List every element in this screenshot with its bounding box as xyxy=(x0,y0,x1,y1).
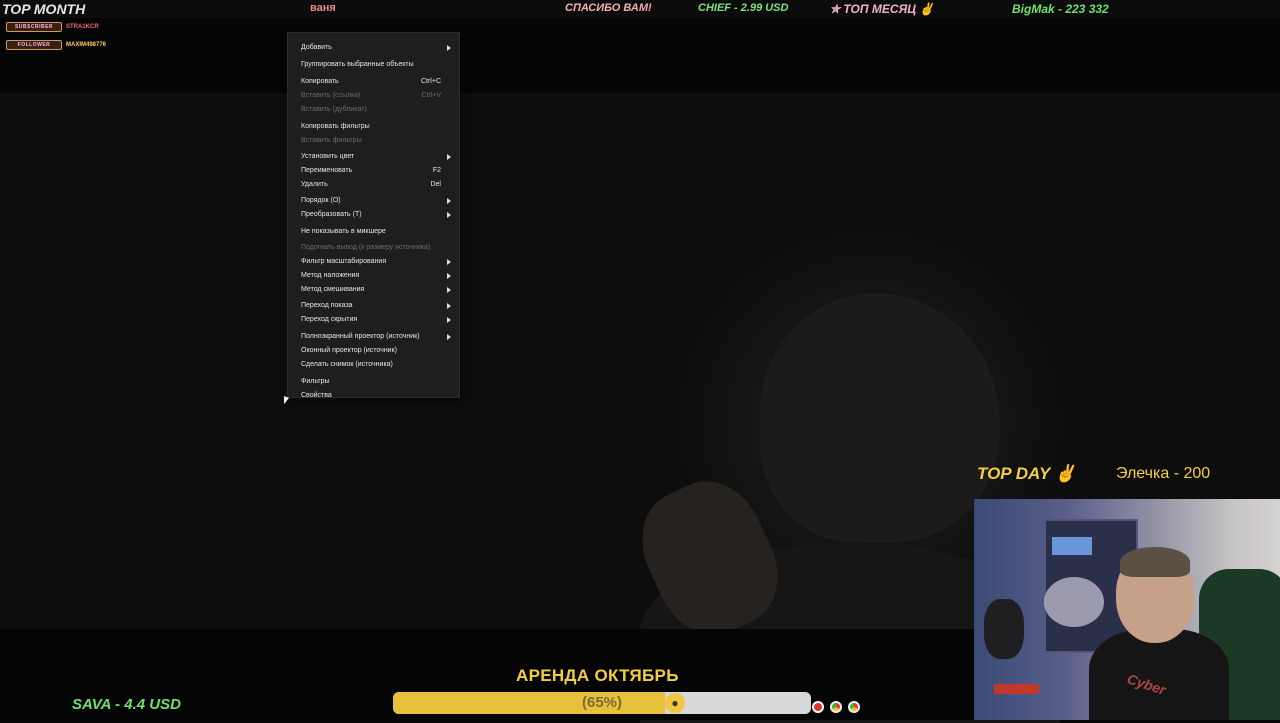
menu-item-label: Метод наложения xyxy=(301,272,360,279)
menu-item-shortcut: Ctrl+V xyxy=(421,92,441,99)
menu-item[interactable]: Удалить Del xyxy=(301,179,451,191)
menu-item-label: Переход скрытия xyxy=(301,316,358,323)
menu-item-label: Переход показа xyxy=(301,302,353,309)
microphone xyxy=(994,684,1039,694)
menu-item[interactable]: Переход показа xyxy=(301,300,451,312)
follower-name: MAXIM498776 xyxy=(66,42,107,48)
menu-item[interactable]: Метод наложения xyxy=(301,270,451,282)
top-month-label: TOP MONTH xyxy=(2,1,86,17)
subscriber-badge: SUBSCRIBER xyxy=(6,22,62,32)
submenu-arrow-icon xyxy=(447,303,451,309)
menu-item-shortcut: Del xyxy=(430,181,441,188)
goal-percent: (65%) xyxy=(581,694,622,711)
menu-item-label: Переименовать xyxy=(301,167,353,174)
menu-item: Вставить фильтры xyxy=(301,135,451,147)
menu-item[interactable]: Переход скрытия xyxy=(301,314,451,326)
menu-item-shortcut: Ctrl+C xyxy=(420,78,441,85)
submenu-arrow-icon xyxy=(447,198,451,204)
menu-item-label: Вставить фильтры xyxy=(301,137,362,144)
menu-item-label: Сделать снимок (источника) xyxy=(301,361,393,368)
menu-item[interactable]: Группировать выбранные объекты xyxy=(301,59,451,71)
menu-item-label: Подогнать вывод (к размеру источника) xyxy=(301,244,431,251)
taskbar-icons xyxy=(812,701,860,713)
top-day-title: TOP DAY ✌ xyxy=(977,464,1076,483)
streamer-hair xyxy=(1120,547,1190,577)
menu-item[interactable]: Преобразовать (T) xyxy=(301,209,451,221)
donation-ticker: TOP MONTH ваня СПАСИБО ВАМ! CHIEF - 2.99… xyxy=(0,0,1280,18)
menu-item[interactable]: Переименовать F2 xyxy=(301,165,451,177)
menu-item[interactable]: Установить цвет xyxy=(301,151,451,163)
menu-item-shortcut: F2 xyxy=(432,167,441,174)
submenu-arrow-icon xyxy=(447,287,451,293)
speaker xyxy=(984,599,1024,659)
flowers xyxy=(1044,577,1104,627)
menu-item[interactable]: Сделать снимок (источника) xyxy=(301,359,451,371)
menu-item-label: Свойства xyxy=(301,392,332,399)
submenu-arrow-icon xyxy=(447,317,451,323)
menu-item-label: Вставить (дубликат) xyxy=(301,106,367,113)
chrome-icon[interactable] xyxy=(848,701,860,713)
ticker-donation: CHIEF - 2.99 USD xyxy=(698,2,789,14)
menu-item[interactable]: Копировать фильтры xyxy=(301,121,451,133)
chrome-icon[interactable] xyxy=(830,701,842,713)
menu-item-label: Добавить xyxy=(301,44,332,51)
goal-title: АРЕНДА ОКТЯБРЬ xyxy=(516,666,679,685)
menu-item[interactable]: Фильтры xyxy=(301,376,451,388)
person-head-silhouette xyxy=(760,293,1000,543)
menu-item-label: Копировать фильтры xyxy=(301,123,370,130)
menu-item-label: Фильтры xyxy=(301,378,330,385)
bottom-donor: SAVA - 4.4 USD xyxy=(72,696,181,713)
context-menu: Добавить Группировать выбранные объекты Ко… xyxy=(287,32,460,399)
menu-item: Вставить (ссылка) Ctrl+V xyxy=(301,90,451,102)
webcam-feed: Cyber xyxy=(974,499,1280,720)
menu-item-label: Оконный проектор (источник) xyxy=(301,347,397,354)
submenu-arrow-icon xyxy=(447,259,451,265)
obs-icon[interactable] xyxy=(812,701,824,713)
subscriber-alert: SUBSCRIBER STRA1KCR xyxy=(6,22,99,32)
menu-item-label: Полноэкранный проектор (источник) xyxy=(301,333,420,340)
ticker-top-month-ru: ✮ ТОП МЕСЯЦ ✌ xyxy=(830,2,935,16)
menu-item-label: Метод смешивания xyxy=(301,286,365,293)
menu-item-label: Фильтр масштабирования xyxy=(301,258,387,265)
menu-item-label: Группировать выбранные объекты xyxy=(301,61,414,68)
submenu-arrow-icon xyxy=(447,212,451,218)
menu-item[interactable]: Не показывать в микшере xyxy=(301,226,451,238)
menu-item-label: Вставить (ссылка) xyxy=(301,92,361,99)
menu-item-label: Порядок (O) xyxy=(301,197,341,204)
follower-alert: FOLLOWER MAXIM498776 xyxy=(6,40,106,50)
ticker-name: ваня xyxy=(310,2,336,14)
top-day-entry: Элечка - 200 xyxy=(1116,465,1211,482)
shocked-emoji-icon: ● xyxy=(665,693,685,713)
menu-item[interactable]: Фильтр масштабирования xyxy=(301,256,451,268)
menu-item-label: Установить цвет xyxy=(301,153,355,160)
submenu-arrow-icon xyxy=(447,334,451,340)
menu-item[interactable]: Полноэкранный проектор (источник) xyxy=(301,331,451,343)
submenu-arrow-icon xyxy=(447,273,451,279)
menu-item[interactable]: Оконный проектор (источник) xyxy=(301,345,451,357)
menu-item-label: Копировать xyxy=(301,78,339,85)
menu-item[interactable]: Порядок (O) xyxy=(301,195,451,207)
mouse-cursor-icon xyxy=(284,396,289,406)
menu-item[interactable]: Копировать Ctrl+C xyxy=(301,76,451,88)
submenu-arrow-icon xyxy=(447,45,451,51)
ticker-top-donor: BigMak - 223 332 xyxy=(1012,2,1109,16)
menu-item[interactable]: Добавить xyxy=(301,42,451,54)
subscriber-name: STRA1KCR xyxy=(66,24,99,30)
menu-item-label: Не показывать в микшере xyxy=(301,228,386,235)
follower-badge: FOLLOWER xyxy=(6,40,62,50)
menu-item: Вставить (дубликат) xyxy=(301,104,451,116)
goal-progress-bar: (65%) xyxy=(393,692,811,714)
menu-item[interactable]: Метод смешивания xyxy=(301,284,451,296)
menu-item-label: Преобразовать (T) xyxy=(301,211,362,218)
shelf-light xyxy=(1052,537,1092,555)
menu-item[interactable]: Свойства xyxy=(301,390,451,402)
submenu-arrow-icon xyxy=(447,154,451,160)
menu-item-label: Удалить xyxy=(301,181,328,188)
menu-item: Подогнать вывод (к размеру источника) xyxy=(301,242,451,254)
ticker-thanks: СПАСИБО ВАМ! xyxy=(565,2,652,14)
